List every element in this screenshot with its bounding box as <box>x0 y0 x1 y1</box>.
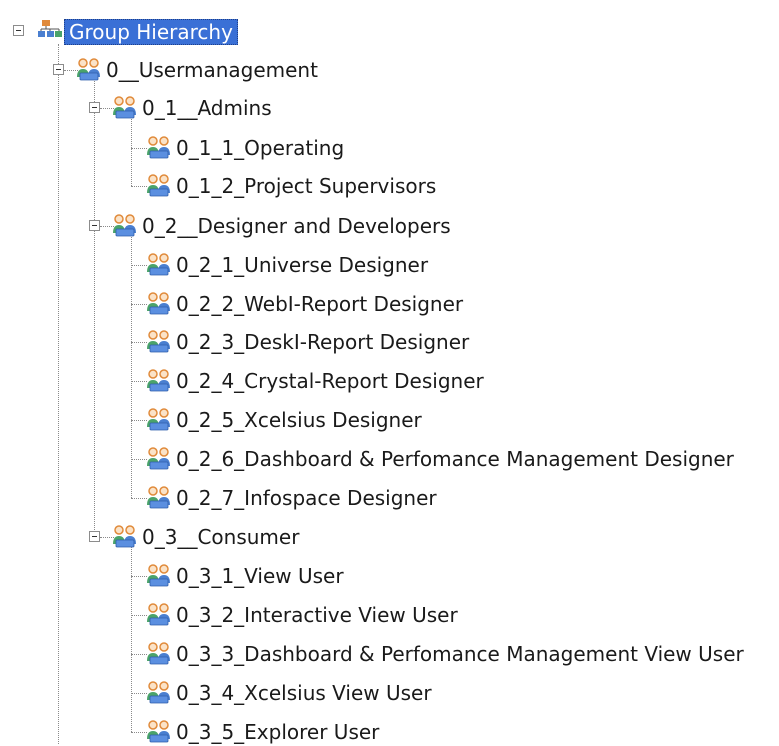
user-group-icon <box>146 174 171 197</box>
user-group-icon <box>146 603 171 626</box>
tree-node-webi-report-designer[interactable]: 0_2_2_WebI-Report Designer <box>145 290 466 318</box>
tree-node-label: 0_2_3_DeskI-Report Designer <box>176 330 470 354</box>
tree-node-label: 0_2__Designer and Developers <box>142 214 451 238</box>
tree-node-label: 0_3_4_Xcelsius View User <box>176 681 432 705</box>
tree-line <box>58 44 59 744</box>
tree-node-label: 0_1__Admins <box>142 96 272 120</box>
user-group-icon <box>146 486 171 509</box>
tree-line <box>131 546 132 732</box>
tree-node-label: 0_3_1_View User <box>176 564 344 588</box>
tree-node-label: 0_2_7_Infospace Designer <box>176 486 437 510</box>
tree-node-label: 0_2_5_Xcelsius Designer <box>176 408 422 432</box>
tree-node-label: 0_3__Consumer <box>142 525 300 549</box>
tree-node-xcelsius-designer[interactable]: 0_2_5_Xcelsius Designer <box>145 406 425 434</box>
tree-line <box>131 116 132 186</box>
tree-node-label: 0__Usermanagement <box>106 58 318 82</box>
user-group-icon <box>146 642 171 665</box>
tree-node-xcelsius-view-user[interactable]: 0_3_4_Xcelsius View User <box>145 679 435 707</box>
user-group-icon <box>146 447 171 470</box>
user-group-icon <box>146 330 171 353</box>
tree-node-view-user[interactable]: 0_3_1_View User <box>145 562 347 590</box>
tree-node-label: 0_1_1_Operating <box>176 136 345 160</box>
tree-node-group-hierarchy[interactable]: Group Hierarchy <box>36 18 238 46</box>
tree-line <box>94 78 95 538</box>
user-group-icon <box>112 525 137 548</box>
collapse-toggle-designer-and-developers[interactable] <box>89 220 100 231</box>
user-group-icon <box>112 96 137 119</box>
collapse-toggle-consumer[interactable] <box>89 531 100 542</box>
tree-node-label: 0_1_2_Project Supervisors <box>176 174 437 198</box>
collapse-toggle-admins[interactable] <box>89 102 100 113</box>
tree-node-label: 0_2_2_WebI-Report Designer <box>176 292 464 316</box>
tree-node-project-supervisors[interactable]: 0_1_2_Project Supervisors <box>145 172 439 200</box>
tree-node-designer-and-developers[interactable]: 0_2__Designer and Developers <box>111 212 454 240</box>
user-group-icon <box>146 408 171 431</box>
tree-node-infospace-designer[interactable]: 0_2_7_Infospace Designer <box>145 484 440 512</box>
tree-node-consumer[interactable]: 0_3__Consumer <box>111 523 302 551</box>
tree-node-crystal-report-designer[interactable]: 0_2_4_Crystal-Report Designer <box>145 367 487 395</box>
collapse-toggle-group-hierarchy[interactable] <box>13 25 24 36</box>
tree-node-deski-report-designer[interactable]: 0_2_3_DeskI-Report Designer <box>145 328 472 356</box>
user-group-icon <box>146 253 171 276</box>
tree-node-dashboard-perfomance-management-designer[interactable]: 0_2_6_Dashboard & Perfomance Management … <box>145 445 737 473</box>
group-hierarchy-tree: Group Hierarchy 0__Usermanagement 0_1__A… <box>0 0 779 745</box>
org-hierarchy-icon <box>38 20 62 37</box>
user-group-icon <box>76 58 101 81</box>
user-group-icon <box>146 681 171 704</box>
user-group-icon <box>112 214 137 237</box>
tree-node-label: 0_2_1_Universe Designer <box>176 253 429 277</box>
tree-node-label: 0_3_2_Interactive View User <box>176 603 458 627</box>
tree-node-dashboard-perfomance-management-view-user[interactable]: 0_3_3_Dashboard & Perfomance Management … <box>145 640 747 668</box>
tree-node-label: 0_3_3_Dashboard & Perfomance Management … <box>176 642 744 666</box>
user-group-icon <box>146 564 171 587</box>
user-group-icon <box>146 292 171 315</box>
user-group-icon <box>146 720 171 743</box>
collapse-toggle-usermanagement[interactable] <box>53 64 64 75</box>
tree-node-label: 0_2_4_Crystal-Report Designer <box>176 369 484 393</box>
tree-node-operating[interactable]: 0_1_1_Operating <box>145 134 347 162</box>
tree-node-label: 0_3_5_Explorer User <box>176 720 380 744</box>
tree-node-universe-designer[interactable]: 0_2_1_Universe Designer <box>145 251 431 279</box>
tree-node-interactive-view-user[interactable]: 0_3_2_Interactive View User <box>145 601 461 629</box>
tree-node-label: 0_2_6_Dashboard & Perfomance Management … <box>176 447 734 471</box>
tree-node-usermanagement[interactable]: 0__Usermanagement <box>75 56 321 84</box>
user-group-icon <box>146 369 171 392</box>
tree-node-explorer-user[interactable]: 0_3_5_Explorer User <box>145 718 382 746</box>
tree-node-label: Group Hierarchy <box>64 19 238 45</box>
tree-node-admins[interactable]: 0_1__Admins <box>111 94 275 122</box>
user-group-icon <box>146 136 171 159</box>
